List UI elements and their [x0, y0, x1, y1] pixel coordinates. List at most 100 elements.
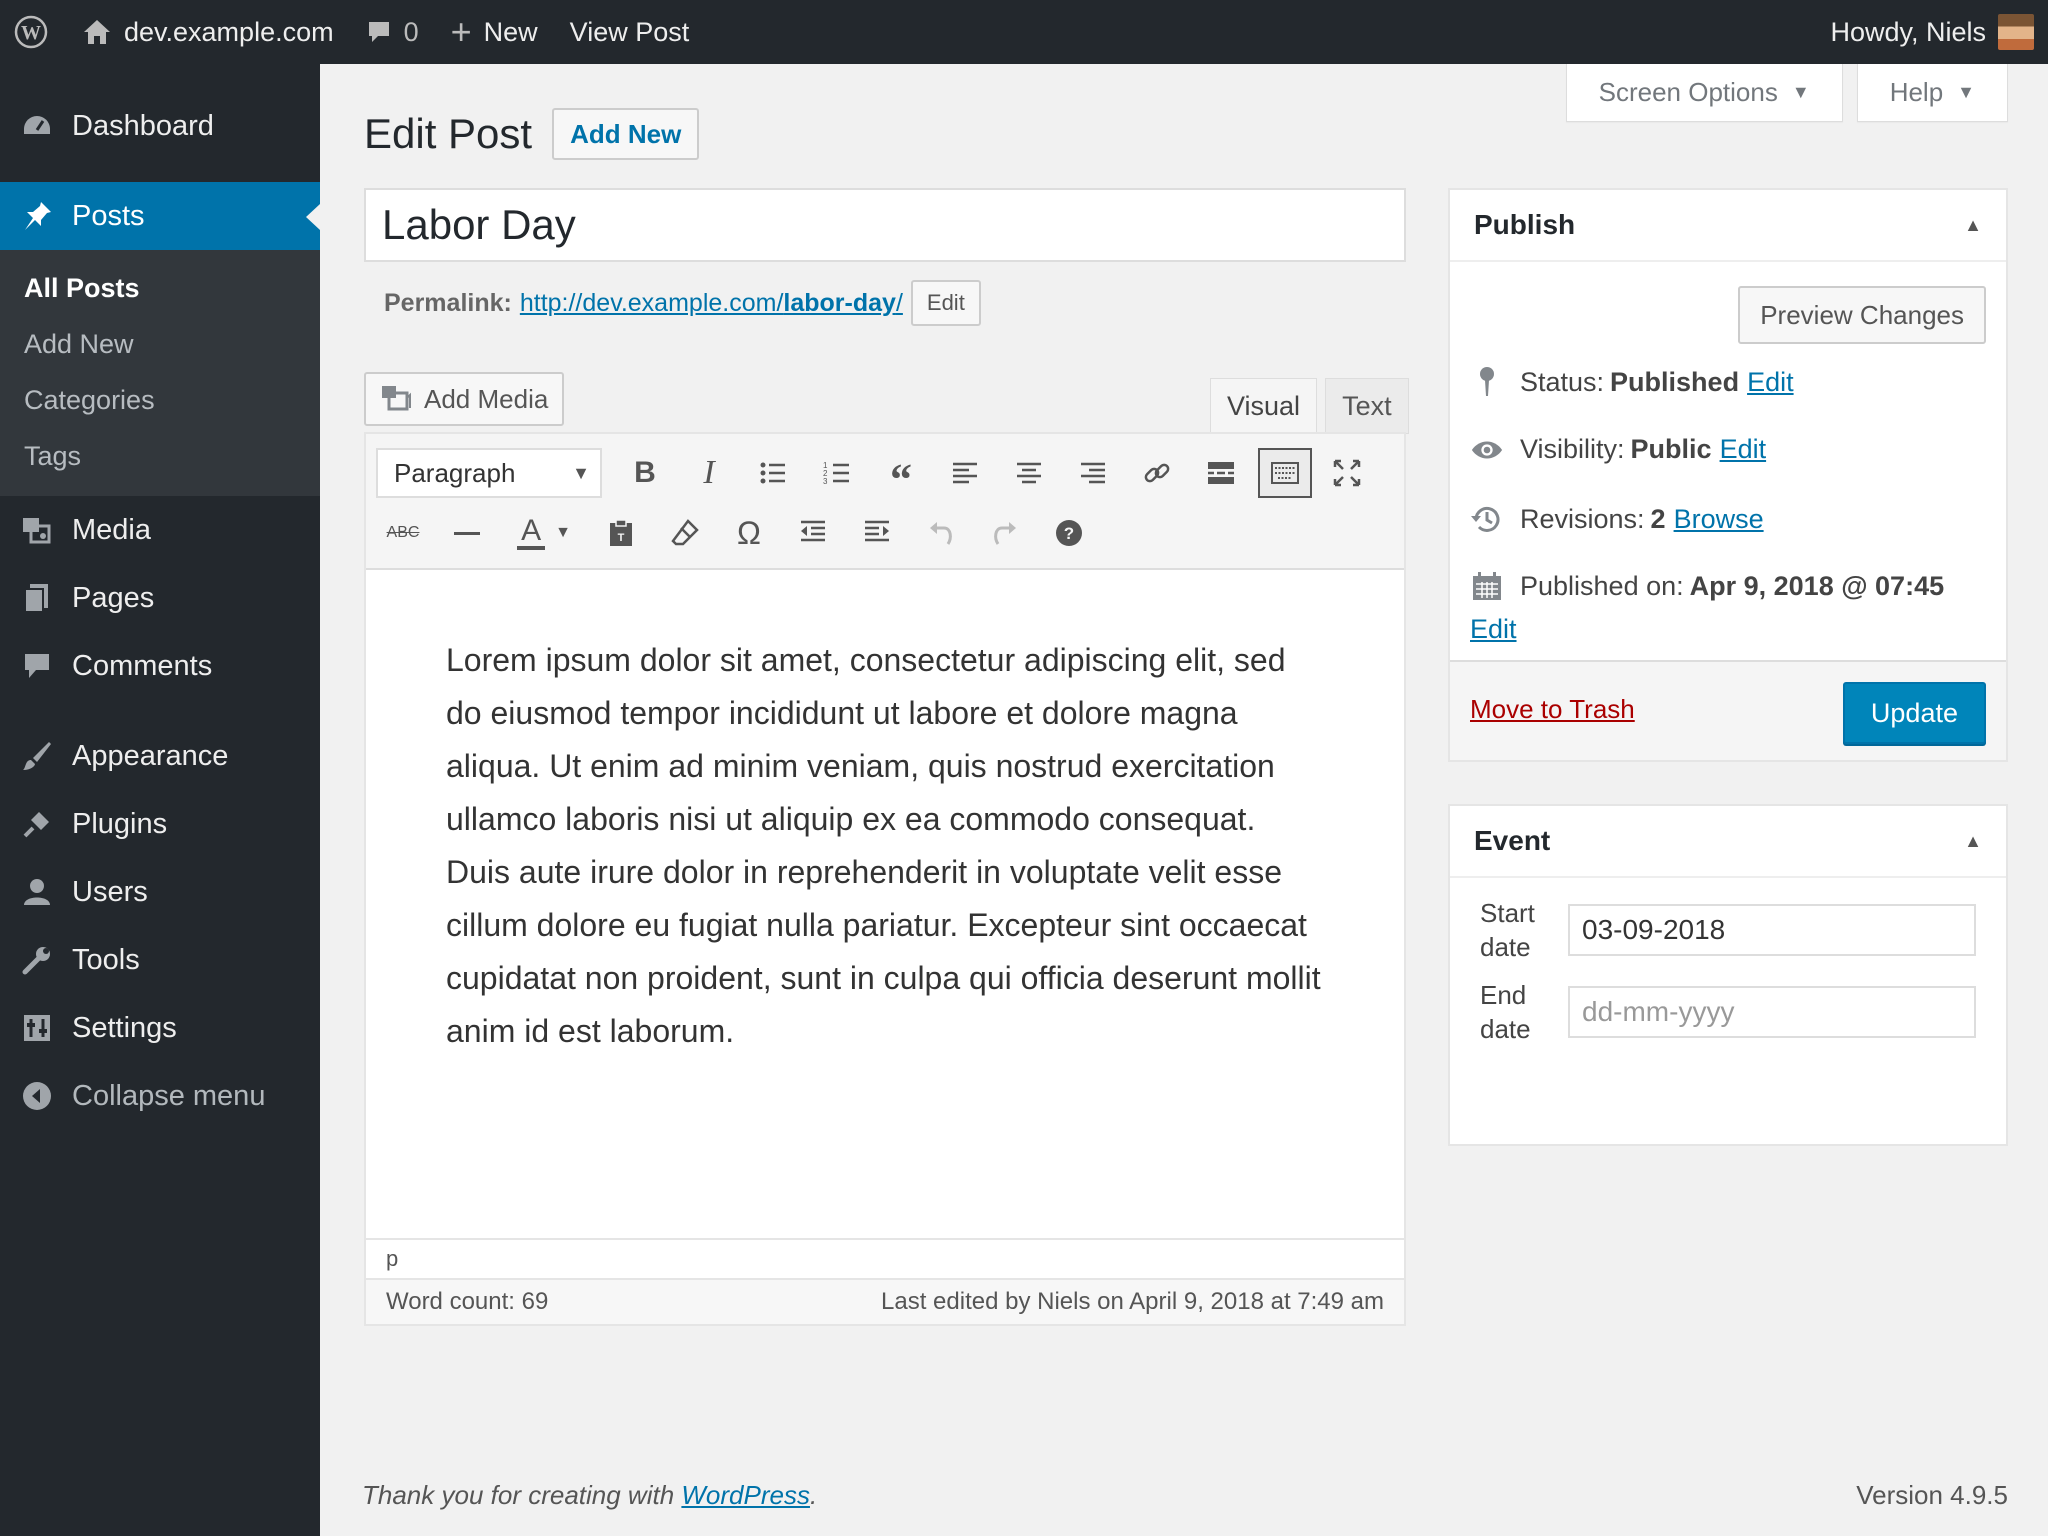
site-name-link[interactable]: dev.example.com	[66, 0, 350, 64]
align-center-button[interactable]	[1002, 448, 1056, 498]
submenu-item-tags[interactable]: Tags	[0, 428, 320, 484]
screen-options-button[interactable]: Screen Options ▼	[1565, 64, 1843, 122]
start-date-input[interactable]: 03-09-2018	[1568, 904, 1976, 956]
read-more-button[interactable]	[1194, 448, 1248, 498]
distraction-free-button[interactable]	[1320, 448, 1374, 498]
tab-text[interactable]: Text	[1325, 378, 1409, 434]
read-more-icon	[1208, 462, 1234, 484]
text-color-button[interactable]: A ▼	[504, 508, 584, 558]
eraser-icon	[671, 519, 699, 546]
indent-icon	[865, 520, 889, 542]
admin-bar: W dev.example.com 0 + New View Post Howd…	[0, 0, 2048, 64]
new-label: New	[483, 16, 538, 47]
editor-tabs: Visual Text	[1202, 378, 1409, 434]
move-to-trash-link[interactable]: Move to Trash	[1470, 694, 1635, 725]
italic-button[interactable]: I	[682, 448, 736, 498]
bulleted-list-button[interactable]	[746, 448, 800, 498]
plug-icon	[20, 807, 54, 841]
bold-icon: B	[634, 456, 656, 489]
permalink-edit-button[interactable]: Edit	[910, 280, 981, 326]
strikethrough-icon: ABC	[386, 524, 420, 541]
paste-as-text-button[interactable]: T	[594, 508, 648, 558]
menu-item-comments[interactable]: Comments	[0, 632, 320, 700]
preview-changes-button[interactable]: Preview Changes	[1738, 286, 1986, 344]
add-new-button[interactable]: Add New	[552, 108, 700, 160]
menu-item-tools[interactable]: Tools	[0, 926, 320, 994]
menu-label: Collapse menu	[72, 1079, 266, 1112]
visibility-row: Visibility: Public Edit	[1470, 434, 1766, 465]
submenu-item-all-posts[interactable]: All Posts	[0, 260, 320, 316]
status-edit-link[interactable]: Edit	[1747, 367, 1794, 398]
permalink-slug: labor-day	[783, 288, 896, 317]
pin-icon	[1470, 366, 1504, 398]
wordpress-link[interactable]: WordPress	[681, 1480, 810, 1510]
my-account-link[interactable]: Howdy, Niels	[1814, 0, 2048, 64]
clear-formatting-button[interactable]	[658, 508, 712, 558]
published-on-value: Apr 9, 2018 @ 07:45	[1689, 570, 1945, 601]
submenu-item-categories[interactable]: Categories	[0, 372, 320, 428]
page-title-row: Edit Post Add New	[364, 108, 700, 160]
special-character-button[interactable]: Ω	[722, 508, 776, 558]
menu-item-media[interactable]: Media	[0, 496, 320, 564]
numbered-list-button[interactable]: 123	[810, 448, 864, 498]
publish-box-header[interactable]: Publish ▲	[1450, 190, 2006, 262]
collapse-menu-button[interactable]: Collapse menu	[0, 1062, 320, 1130]
menu-item-pages[interactable]: Pages	[0, 564, 320, 632]
horizontal-line-button[interactable]	[440, 508, 494, 558]
increase-indent-button[interactable]	[850, 508, 904, 558]
permalink-row: Permalink: http://dev.example.com/labor-…	[384, 280, 981, 326]
caret-up-icon[interactable]: ▲	[1964, 215, 1982, 236]
redo-icon	[994, 522, 1016, 545]
undo-button[interactable]	[914, 508, 968, 558]
post-title-input[interactable]: Labor Day	[364, 188, 1406, 262]
blockquote-button[interactable]: “	[874, 448, 928, 502]
strikethrough-button[interactable]: ABC	[376, 508, 430, 558]
publish-actions: Move to Trash Update	[1450, 660, 2006, 760]
comments-link[interactable]: 0	[350, 0, 435, 64]
submenu-item-add-new[interactable]: Add New	[0, 316, 320, 372]
element-path: p	[366, 1238, 1404, 1278]
menu-item-settings[interactable]: Settings	[0, 994, 320, 1062]
permalink-link[interactable]: http://dev.example.com/labor-day/	[520, 289, 903, 318]
comments-count: 0	[403, 16, 419, 47]
published-on-edit-link[interactable]: Edit	[1470, 614, 1517, 645]
end-date-input[interactable]: dd-mm-yyyy	[1568, 986, 1976, 1038]
align-left-button[interactable]	[938, 448, 992, 498]
align-right-icon	[1081, 462, 1105, 484]
keyboard-shortcuts-button[interactable]: ?	[1042, 508, 1096, 558]
update-button[interactable]: Update	[1842, 682, 1986, 744]
post-editor: Paragraph ▼ B I 123 “ ABC A ▼ T Ω ? Lore…	[364, 432, 1406, 1326]
caret-up-icon[interactable]: ▲	[1964, 831, 1982, 852]
publish-box-title: Publish	[1474, 209, 1576, 240]
tab-visual[interactable]: Visual	[1210, 378, 1318, 434]
help-button[interactable]: Help ▼	[1856, 64, 2008, 122]
event-box-header[interactable]: Event ▲	[1450, 806, 2006, 878]
decrease-indent-button[interactable]	[786, 508, 840, 558]
format-select[interactable]: Paragraph ▼	[376, 448, 602, 498]
eye-icon	[1470, 438, 1504, 462]
menu-item-plugins[interactable]: Plugins	[0, 790, 320, 858]
editor-content[interactable]: Lorem ipsum dolor sit amet, consectetur …	[446, 634, 1326, 1058]
menu-item-posts[interactable]: Posts	[0, 182, 320, 250]
add-media-button[interactable]: Add Media	[364, 372, 565, 426]
wordpress-logo-icon[interactable]: W	[0, 0, 66, 64]
revisions-browse-link[interactable]: Browse	[1674, 504, 1764, 535]
status-label: Status:	[1520, 366, 1605, 397]
redo-button[interactable]	[978, 508, 1032, 558]
bold-button[interactable]: B	[618, 448, 672, 498]
align-center-icon	[1017, 462, 1041, 484]
user-icon	[20, 875, 54, 909]
last-edited: Last edited by Niels on April 9, 2018 at…	[881, 1288, 1384, 1315]
align-right-button[interactable]	[1066, 448, 1120, 498]
revisions-value: 2	[1650, 503, 1666, 534]
new-content-link[interactable]: + New	[435, 0, 554, 64]
menu-label: Users	[72, 875, 148, 908]
menu-item-appearance[interactable]: Appearance	[0, 722, 320, 790]
toolbar-toggle-button[interactable]	[1258, 448, 1312, 498]
visibility-edit-link[interactable]: Edit	[1720, 434, 1767, 465]
menu-item-dashboard[interactable]: Dashboard	[0, 92, 320, 160]
view-post-link[interactable]: View Post	[554, 0, 706, 64]
menu-item-users[interactable]: Users	[0, 858, 320, 926]
insert-link-button[interactable]	[1130, 448, 1184, 498]
italic-icon: I	[703, 454, 715, 491]
